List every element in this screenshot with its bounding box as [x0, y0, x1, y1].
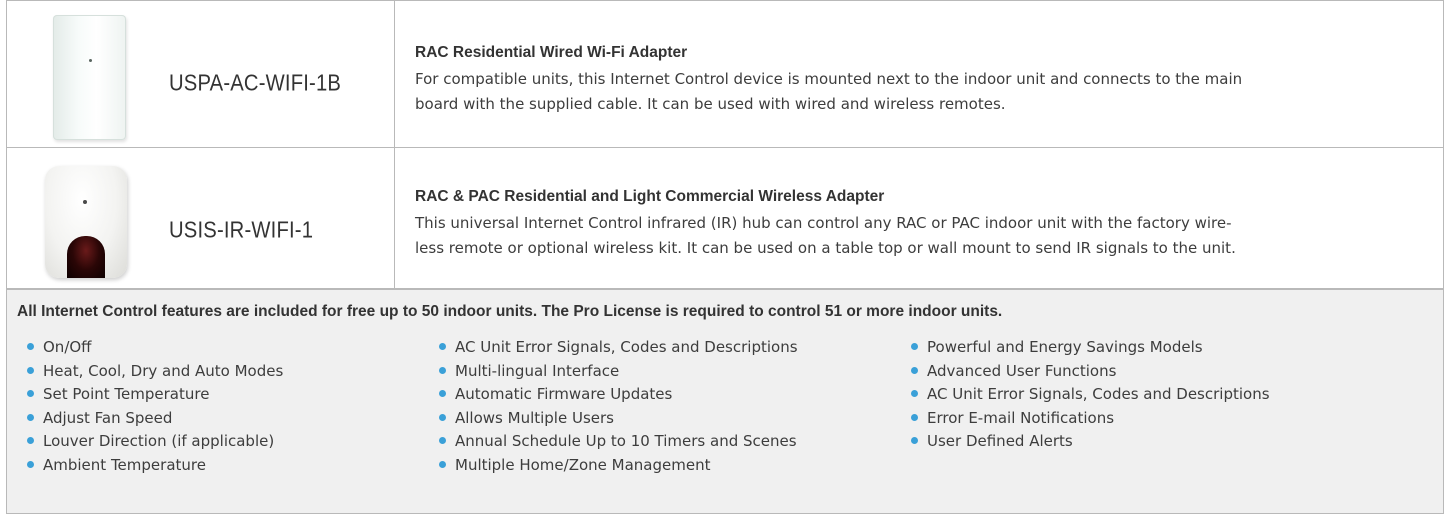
features-heading: All Internet Control features are includ…	[17, 303, 1003, 320]
bullet-icon	[439, 413, 446, 421]
feature-label: On/Off	[43, 338, 92, 356]
feature-item: AC Unit Error Signals, Codes and Descrip…	[439, 336, 798, 360]
product-title: RAC Residential Wired Wi-Fi Adapter	[415, 43, 688, 61]
features-panel: All Internet Control features are includ…	[6, 289, 1444, 514]
bullet-icon	[27, 390, 34, 397]
product-row-ir-adapter: USIS-IR-WIFI-1 RAC & PAC Residential and…	[6, 147, 1444, 289]
feature-item: Heat, Cool, Dry and Auto Modes	[27, 360, 283, 384]
product-table: USPA-AC-WIFI-1B RAC Residential Wired Wi…	[6, 0, 1444, 289]
product-comparison: USPA-AC-WIFI-1B RAC Residential Wired Wi…	[6, 0, 1444, 514]
bullet-icon	[439, 366, 446, 374]
feature-item: Multi-lingual Interface	[439, 360, 798, 384]
feature-label: Multi-lingual Interface	[455, 361, 620, 380]
bullet-icon	[911, 413, 918, 421]
description-cell: RAC Residential Wired Wi-Fi Adapter For …	[394, 0, 1444, 148]
features-column-2: AC Unit Error Signals, Codes and Descrip…	[439, 336, 798, 477]
feature-label: AC Unit Error Signals, Codes and Descrip…	[927, 385, 1270, 403]
feature-label: Adjust Fan Speed	[43, 408, 173, 427]
description-cell: RAC & PAC Residential and Light Commerci…	[394, 147, 1444, 289]
feature-item: Multiple Home/Zone Management	[439, 454, 798, 478]
bullet-icon	[911, 366, 918, 374]
description-line: board with the supplied cable. It can be…	[415, 94, 1006, 113]
feature-label: Advanced User Functions	[927, 361, 1117, 380]
bullet-icon	[27, 460, 34, 468]
feature-label: Powerful and Energy Savings Models	[927, 338, 1203, 356]
product-description: This universal Internet Control infrared…	[415, 211, 1431, 261]
product-row-wired-adapter: USPA-AC-WIFI-1B RAC Residential Wired Wi…	[6, 0, 1444, 148]
description-line: less remote or optional wireless kit. It…	[415, 238, 1236, 257]
bullet-icon	[439, 390, 446, 397]
feature-label: Heat, Cool, Dry and Auto Modes	[43, 361, 284, 380]
wired-wifi-adapter-image	[53, 15, 126, 140]
feature-item: Louver Direction (if applicable)	[27, 430, 283, 454]
bullet-icon	[27, 343, 34, 350]
bullet-icon	[27, 437, 34, 444]
model-cell: USPA-AC-WIFI-1B	[6, 0, 395, 148]
feature-label: User Defined Alerts	[927, 432, 1073, 450]
feature-item: Error E-mail Notifications	[911, 407, 1270, 431]
feature-label: Multiple Home/Zone Management	[455, 455, 711, 474]
features-column-3: Powerful and Energy Savings Models Advanc…	[911, 336, 1270, 454]
model-name: USIS-IR-WIFI-1	[169, 216, 314, 243]
feature-label: Annual Schedule Up to 10 Timers and Scen…	[455, 432, 797, 450]
feature-label: Ambient Temperature	[43, 455, 206, 474]
bullet-icon	[911, 343, 918, 350]
ir-emitter-window	[67, 236, 105, 278]
feature-item: Automatic Firmware Updates	[439, 383, 798, 407]
feature-item: Ambient Temperature	[27, 454, 283, 478]
feature-label: Automatic Firmware Updates	[455, 385, 673, 403]
feature-item: Adjust Fan Speed	[27, 407, 283, 431]
features-column-1: On/Off Heat, Cool, Dry and Auto Modes Set …	[27, 336, 283, 477]
feature-item: Advanced User Functions	[911, 360, 1270, 384]
product-description: For compatible units, this Internet Cont…	[415, 67, 1431, 117]
bullet-icon	[439, 437, 446, 444]
feature-item: AC Unit Error Signals, Codes and Descrip…	[911, 383, 1270, 407]
feature-item: Annual Schedule Up to 10 Timers and Scen…	[439, 430, 798, 454]
bullet-icon	[27, 413, 34, 421]
bullet-icon	[439, 343, 446, 350]
ir-wireless-adapter-image	[45, 166, 127, 278]
feature-item: Powerful and Energy Savings Models	[911, 336, 1270, 360]
feature-item: On/Off	[27, 336, 283, 360]
feature-label: Error E-mail Notifications	[927, 408, 1115, 427]
led-indicator	[89, 59, 92, 62]
description-line: This universal Internet Control infrared…	[415, 213, 1232, 232]
feature-label: Louver Direction (if applicable)	[43, 432, 275, 450]
product-title: RAC & PAC Residential and Light Commerci…	[415, 187, 885, 205]
feature-item: Set Point Temperature	[27, 383, 283, 407]
feature-item: Allows Multiple Users	[439, 407, 798, 431]
bullet-icon	[27, 366, 34, 374]
model-cell: USIS-IR-WIFI-1	[6, 147, 395, 289]
led-indicator	[83, 200, 87, 204]
feature-label: Set Point Temperature	[43, 385, 210, 403]
bullet-icon	[911, 437, 918, 444]
bullet-icon	[439, 460, 446, 468]
feature-item: User Defined Alerts	[911, 430, 1270, 454]
feature-label: Allows Multiple Users	[455, 408, 614, 427]
description-line: For compatible units, this Internet Cont…	[415, 69, 1243, 88]
bullet-icon	[911, 390, 918, 397]
feature-label: AC Unit Error Signals, Codes and Descrip…	[455, 338, 798, 356]
model-name: USPA-AC-WIFI-1B	[169, 69, 342, 96]
